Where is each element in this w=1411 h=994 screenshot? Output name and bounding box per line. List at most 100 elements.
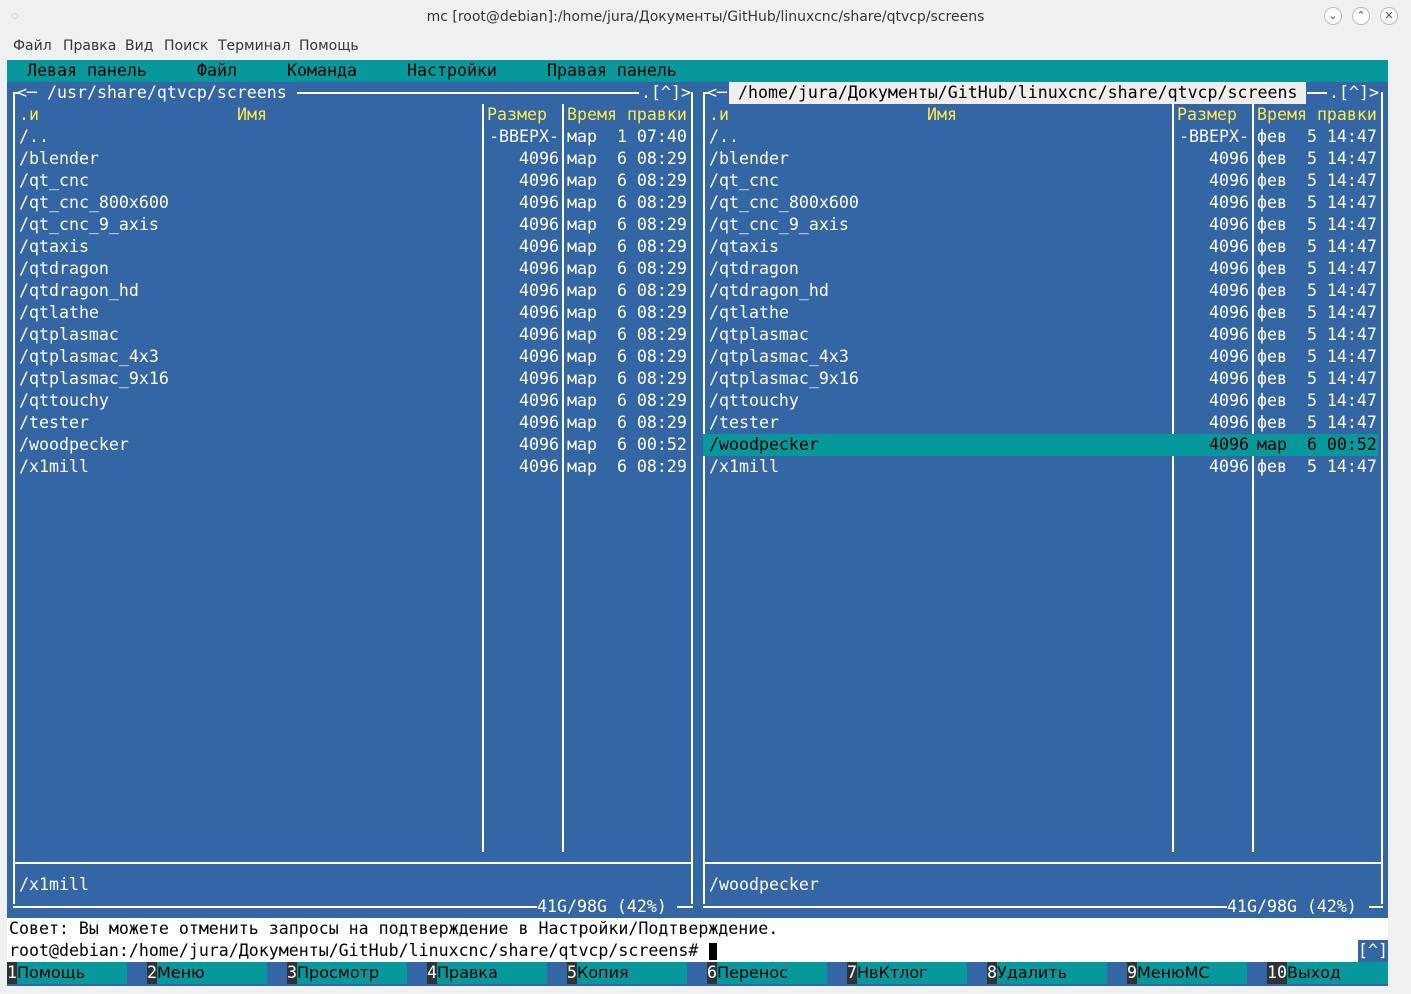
- file-mtime: фев 5 14:47: [1257, 303, 1377, 322]
- file-mtime: мар 6 08:29: [567, 347, 687, 366]
- mc-menu-right-panel[interactable]: Правая панель: [547, 60, 677, 82]
- mc-menu-command[interactable]: Команда: [287, 60, 357, 82]
- terminal-area[interactable]: Левая панель Файл Команда Настройки Прав…: [7, 60, 1388, 986]
- file-name: /..: [709, 127, 739, 146]
- maximize-icon[interactable]: ⌃: [1352, 7, 1370, 25]
- file-size: 4096: [1209, 193, 1249, 212]
- file-size: -ВВЕРХ-: [1179, 127, 1249, 146]
- menu-file[interactable]: Файл: [13, 38, 52, 54]
- left-col-name[interactable]: Имя: [237, 104, 267, 126]
- fkey-5[interactable]: 5 Копия: [567, 962, 707, 984]
- menu-view[interactable]: Вид: [125, 38, 153, 54]
- file-name: /qt_cnc_800x600: [709, 193, 859, 212]
- fkey-number: 1: [7, 962, 17, 984]
- fkey-8[interactable]: 8 Удалить: [987, 962, 1127, 984]
- right-col-time[interactable]: Время правки: [1257, 104, 1377, 126]
- file-mtime: фев 5 14:47: [1257, 391, 1377, 410]
- left-col-time[interactable]: Время правки: [567, 104, 687, 126]
- right-col-name[interactable]: Имя: [927, 104, 957, 126]
- right-panel-path: /home/jura/Документы/GitHub/linuxcnc/sha…: [729, 82, 1307, 104]
- file-mtime: фев 5 14:47: [1257, 281, 1377, 300]
- file-mtime: фев 5 14:47: [1257, 369, 1377, 388]
- file-size: 4096: [519, 303, 559, 322]
- left-col-size[interactable]: Размер: [487, 104, 547, 126]
- mc-menu-left-panel[interactable]: Левая панель: [27, 60, 147, 82]
- hint-line: Совет: Вы можете отменить запросы на под…: [9, 919, 779, 938]
- file-mtime: фев 5 14:47: [1257, 171, 1377, 190]
- file-mtime: фев 5 14:47: [1257, 215, 1377, 234]
- minimize-icon[interactable]: ⌄: [1324, 7, 1342, 25]
- left-sort-indicator[interactable]: .и: [19, 104, 39, 126]
- command-zone: Совет: Вы можете отменить запросы на под…: [7, 918, 1388, 962]
- file-name: /qtdragon: [709, 259, 799, 278]
- fkey-label: Правка: [437, 962, 547, 984]
- file-mtime: мар 6 08:29: [567, 413, 687, 432]
- file-name: /qtdragon_hd: [19, 281, 139, 300]
- file-size: 4096: [519, 435, 559, 454]
- file-mtime: мар 6 08:29: [567, 215, 687, 234]
- file-name: /qt_cnc_9_axis: [19, 215, 159, 234]
- right-panel-corner[interactable]: .[^]>: [1329, 82, 1379, 104]
- file-size: 4096: [1209, 413, 1249, 432]
- fkey-3[interactable]: 3 Просмотр: [287, 962, 427, 984]
- fkey-number: 4: [427, 962, 437, 984]
- file-mtime: мар 6 08:29: [567, 369, 687, 388]
- file-name: /woodpecker: [709, 435, 819, 454]
- file-size: 4096: [1209, 259, 1249, 278]
- left-nav-arrows[interactable]: <─: [17, 82, 37, 104]
- right-col-size[interactable]: Размер: [1177, 104, 1237, 126]
- menu-terminal[interactable]: Терминал: [218, 38, 290, 54]
- right-sort-indicator[interactable]: .и: [709, 104, 729, 126]
- fkey-2[interactable]: 2 Меню: [147, 962, 287, 984]
- fkey-label: Перенос: [717, 962, 827, 984]
- history-button[interactable]: [^]: [1358, 940, 1388, 962]
- file-size: 4096: [1209, 325, 1249, 344]
- file-name: /x1mill: [709, 457, 779, 476]
- fkey-label: Выход: [1287, 962, 1388, 984]
- file-size: 4096: [1209, 149, 1249, 168]
- menu-edit[interactable]: Правка: [63, 38, 116, 54]
- menu-help[interactable]: Помощь: [299, 38, 359, 54]
- right-status-file: /woodpecker: [709, 875, 819, 894]
- shell-prompt[interactable]: root@debian:/home/jura/Документы/GitHub/…: [9, 940, 698, 962]
- file-name: /blender: [19, 149, 99, 168]
- file-name: /qtlathe: [709, 303, 789, 322]
- file-mtime: мар 6 08:29: [567, 303, 687, 322]
- fkey-4[interactable]: 4 Правка: [427, 962, 567, 984]
- fkey-10[interactable]: 10 Выход: [1267, 962, 1388, 984]
- file-size: -ВВЕРХ-: [489, 127, 559, 146]
- file-name: /qtlathe: [19, 303, 99, 322]
- file-name: /qtplasmac_4x3: [19, 347, 159, 366]
- mc-menu-file[interactable]: Файл: [197, 60, 237, 82]
- file-name: /qt_cnc: [709, 171, 779, 190]
- file-name: /blender: [709, 149, 789, 168]
- file-size: 4096: [519, 325, 559, 344]
- fkey-1[interactable]: 1 Помощь: [7, 962, 147, 984]
- fkey-number: 6: [707, 962, 717, 984]
- fkey-7[interactable]: 7 НвКтлог: [847, 962, 987, 984]
- fkey-number: 9: [1127, 962, 1137, 984]
- fkey-label: Удалить: [997, 962, 1107, 984]
- close-icon[interactable]: ✕: [1380, 7, 1398, 25]
- file-name: /..: [19, 127, 49, 146]
- file-mtime: мар 6 08:29: [567, 281, 687, 300]
- mc-menu-options[interactable]: Настройки: [407, 60, 497, 82]
- file-mtime: фев 5 14:47: [1257, 413, 1377, 432]
- text-cursor: [709, 943, 717, 960]
- file-size: 4096: [519, 215, 559, 234]
- file-size: 4096: [1209, 347, 1249, 366]
- fkey-number: 7: [847, 962, 857, 984]
- fkey-9[interactable]: 9 МенюМС: [1127, 962, 1267, 984]
- file-name: /qtdragon: [19, 259, 109, 278]
- file-name: /qt_cnc_800x600: [19, 193, 169, 212]
- left-disk-usage: 41G/98G (42%): [537, 897, 667, 916]
- left-panel-corner[interactable]: .[^]>: [641, 82, 691, 104]
- file-size: 4096: [519, 259, 559, 278]
- right-nav-arrows[interactable]: <─: [707, 82, 727, 104]
- file-name: /qtplasmac: [19, 325, 119, 344]
- file-size: 4096: [519, 149, 559, 168]
- fkey-6[interactable]: 6 Перенос: [707, 962, 847, 984]
- fkey-number: 8: [987, 962, 997, 984]
- file-mtime: фев 5 14:47: [1257, 193, 1377, 212]
- menu-search[interactable]: Поиск: [164, 38, 208, 54]
